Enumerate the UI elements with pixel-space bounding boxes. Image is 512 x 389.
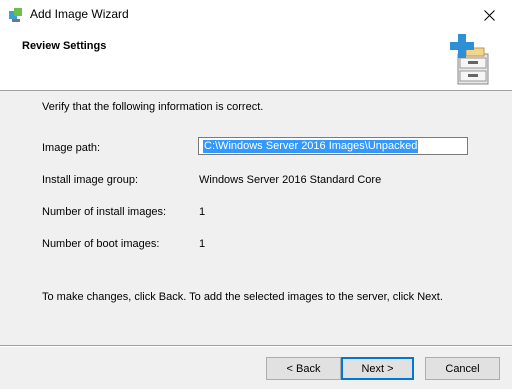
intro-text: Verify that the following information is… (42, 101, 264, 113)
wds-app-icon (9, 8, 22, 22)
page-title: Review Settings (22, 40, 107, 52)
install-images-count-value: 1 (199, 206, 206, 218)
image-path-label: Image path: (42, 142, 101, 154)
image-path-value: C:\Windows Server 2016 Images\Unpacked (203, 140, 419, 153)
window-title: Add Image Wizard (30, 7, 129, 21)
install-image-group-label: Install image group: (42, 174, 138, 186)
wizard-header: Review Settings (0, 30, 512, 91)
install-images-count-label: Number of install images: (42, 206, 167, 218)
wizard-content: Verify that the following information is… (0, 91, 512, 341)
install-image-group-value: Windows Server 2016 Standard Core (199, 174, 382, 186)
cancel-button[interactable]: Cancel (425, 357, 500, 380)
image-path-field[interactable]: C:\Windows Server 2016 Images\Unpacked (198, 137, 468, 155)
boot-images-count-label: Number of boot images: (42, 238, 160, 250)
close-icon (483, 9, 495, 21)
instructions-text: To make changes, click Back. To add the … (42, 291, 443, 303)
next-button[interactable]: Next > (341, 357, 414, 380)
title-bar: Add Image Wizard (0, 0, 512, 30)
file-cabinet-add-icon (450, 34, 489, 85)
boot-images-count-value: 1 (199, 238, 206, 250)
back-button[interactable]: < Back (266, 357, 341, 380)
footer-divider (0, 345, 512, 347)
close-button[interactable] (466, 0, 512, 30)
